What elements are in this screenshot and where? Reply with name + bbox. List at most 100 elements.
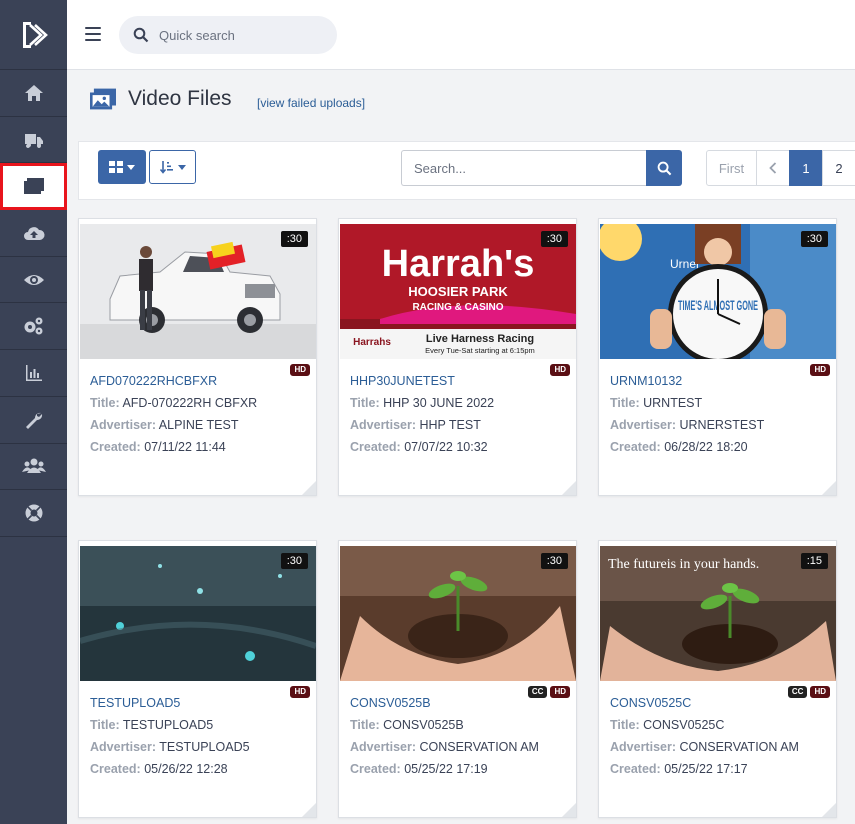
- video-advertiser: Advertiser: TESTUPLOAD5: [90, 740, 250, 754]
- view-failed-uploads-link[interactable]: [view failed uploads]: [257, 96, 365, 110]
- duration-badge: :30: [540, 231, 568, 247]
- menu-toggle-button[interactable]: [85, 27, 101, 41]
- video-advertiser: Advertiser: ALPINE TEST: [90, 418, 239, 432]
- page-button[interactable]: 2: [822, 150, 855, 186]
- sidebar-item-preview[interactable]: [0, 257, 67, 304]
- video-title: Title: URNTEST: [610, 396, 703, 410]
- video-advertiser: Advertiser: URNERSTEST: [610, 418, 765, 432]
- hd-badge: HD: [550, 364, 570, 376]
- video-name-link[interactable]: URNM10132: [610, 374, 682, 388]
- thumbnail-brand-text: Harrah's: [382, 243, 535, 285]
- video-created: Created: 07/07/22 10:32: [350, 440, 488, 454]
- hd-badge: HD: [810, 364, 830, 376]
- quick-search[interactable]: [119, 16, 337, 54]
- gears-icon: [24, 317, 42, 335]
- page-button[interactable]: 1: [789, 150, 823, 186]
- card-corner: [822, 803, 836, 817]
- video-thumbnail[interactable]: Urner TIME'S ALMOST GONE :30: [600, 224, 836, 359]
- video-thumbnail[interactable]: The futureis in your hands. :15: [600, 546, 836, 681]
- duration-badge: :30: [280, 553, 308, 569]
- format-badges: HD: [550, 364, 570, 376]
- wrench-icon: [25, 412, 42, 429]
- sidebar: [0, 0, 67, 824]
- format-badges: HD: [810, 364, 830, 376]
- sidebar-item-home[interactable]: [0, 70, 67, 117]
- video-name-link[interactable]: AFD070222RHCBFXR: [90, 374, 217, 388]
- page-title: Video Files: [128, 87, 232, 110]
- video-created: Created: 07/11/22 11:44: [90, 440, 226, 454]
- video-name-link[interactable]: CONSV0525B: [350, 696, 431, 710]
- sort-button[interactable]: [149, 150, 196, 184]
- thumbnail-text: RACING & CASINO: [412, 302, 503, 313]
- thumbnail-text: HOOSIER PARK: [408, 284, 508, 299]
- sidebar-item-video-files[interactable]: [0, 163, 67, 211]
- sidebar-item-reports[interactable]: [0, 350, 67, 397]
- video-thumbnail[interactable]: :30: [80, 224, 316, 359]
- card-corner: [302, 481, 316, 495]
- card-corner: [562, 803, 576, 817]
- hd-badge: HD: [290, 686, 310, 698]
- sidebar-item-users[interactable]: [0, 444, 67, 491]
- video-card[interactable]: :30 HD AFD070222RHCBFXR Title: AFD-07022…: [78, 218, 317, 496]
- video-name-link[interactable]: TESTUPLOAD5: [90, 696, 180, 710]
- thumbnail-caption: The futureis in your hands.: [608, 557, 759, 572]
- video-created: Created: 06/28/22 18:20: [610, 440, 748, 454]
- eye-icon: [23, 274, 44, 285]
- format-badges: HD: [290, 364, 310, 376]
- video-name-link[interactable]: HHP30JUNETEST: [350, 374, 455, 388]
- thumbnail-text: Harrahs: [353, 337, 391, 348]
- topbar: [67, 0, 855, 70]
- video-card[interactable]: :30 CC HD CONSV0525B Title: CONSV0525B A…: [338, 540, 577, 818]
- chevron-down-icon: [177, 164, 186, 170]
- page-header: Video Files: [88, 86, 232, 112]
- cc-badge: CC: [527, 686, 548, 698]
- app-logo[interactable]: [0, 0, 67, 70]
- sidebar-item-delivery[interactable]: [0, 117, 67, 164]
- upload-cloud-icon: [23, 227, 45, 240]
- search-button[interactable]: [646, 150, 682, 186]
- sidebar-item-tools[interactable]: [0, 397, 67, 444]
- home-icon: [24, 84, 43, 101]
- duration-badge: :30: [280, 231, 308, 247]
- thumbnail-text: Live Harness Racing: [426, 333, 534, 345]
- format-badges: CC HD: [527, 686, 570, 698]
- video-card[interactable]: Harrah's HOOSIER PARK RACING & CASINO Ha…: [338, 218, 577, 496]
- search-icon: [657, 161, 671, 175]
- video-name-link[interactable]: CONSV0525C: [610, 696, 691, 710]
- video-title: Title: TESTUPLOAD5: [90, 718, 214, 732]
- page-prev-button[interactable]: [756, 150, 790, 186]
- video-card[interactable]: Urner TIME'S ALMOST GONE :30 HD URNM1013…: [598, 218, 837, 496]
- sidebar-item-support[interactable]: [0, 490, 67, 537]
- video-thumbnail[interactable]: :30: [340, 546, 576, 681]
- sidebar-item-upload[interactable]: [0, 210, 67, 257]
- toolbar: First 1 2: [78, 141, 855, 200]
- video-title: Title: AFD-070222RH CBFXR: [90, 396, 258, 410]
- page-first-button[interactable]: First: [706, 150, 757, 186]
- search-icon: [133, 27, 149, 43]
- video-thumbnail[interactable]: Harrah's HOOSIER PARK RACING & CASINO Ha…: [340, 224, 576, 359]
- video-files-icon: [23, 178, 44, 195]
- users-icon: [21, 458, 46, 474]
- lifesaver-icon: [25, 504, 42, 522]
- hd-badge: HD: [550, 686, 570, 698]
- cc-badge: CC: [787, 686, 808, 698]
- video-card[interactable]: :30 HD TESTUPLOAD5 Title: TESTUPLOAD5 Ad…: [78, 540, 317, 818]
- sort-icon: [159, 161, 173, 174]
- duration-badge: :15: [800, 553, 828, 569]
- sidebar-item-settings[interactable]: [0, 303, 67, 351]
- video-advertiser: Advertiser: CONSERVATION AM: [350, 740, 539, 754]
- truck-icon: [24, 133, 43, 148]
- search-input[interactable]: [401, 150, 646, 186]
- quick-search-input[interactable]: [159, 27, 319, 43]
- video-title: Title: HHP 30 JUNE 2022: [350, 396, 495, 410]
- hd-badge: HD: [290, 364, 310, 376]
- card-corner: [822, 481, 836, 495]
- card-corner: [562, 481, 576, 495]
- view-mode-button[interactable]: [98, 150, 146, 184]
- hd-badge: HD: [810, 686, 830, 698]
- video-created: Created: 05/25/22 17:19: [350, 762, 488, 776]
- video-thumbnail[interactable]: :30: [80, 546, 316, 681]
- video-card[interactable]: The futureis in your hands. :15 CC HD CO…: [598, 540, 837, 818]
- format-badges: HD: [290, 686, 310, 698]
- logo-icon: [22, 21, 48, 48]
